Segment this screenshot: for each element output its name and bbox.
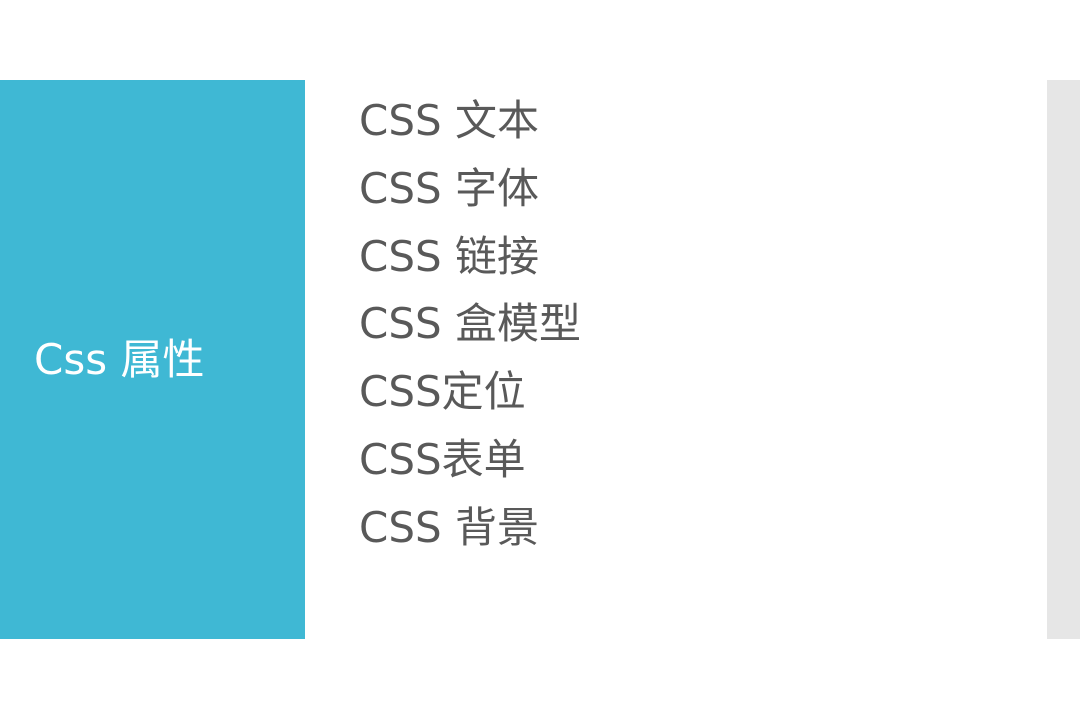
topic-item-box-model: CSS 盒模型 [359,299,581,349]
topic-item-link: CSS 链接 [359,231,539,281]
topic-item-form: CSS表单 [359,434,526,484]
topic-item-positioning: CSS定位 [359,367,526,417]
slide: Css 属性 CSS 文本 CSS 字体 CSS 链接 CSS 盒模型 CSS定… [0,0,1080,720]
slide-title: Css 属性 [34,334,205,384]
decorative-side-strip [1047,80,1080,639]
title-panel: Css 属性 [0,80,305,639]
topic-item-font: CSS 字体 [359,163,539,213]
topic-list: CSS 文本 CSS 字体 CSS 链接 CSS 盒模型 CSS定位 CSS表单… [359,87,581,562]
topic-item-background: CSS 背景 [359,502,539,552]
topic-item-text: CSS 文本 [359,96,539,145]
